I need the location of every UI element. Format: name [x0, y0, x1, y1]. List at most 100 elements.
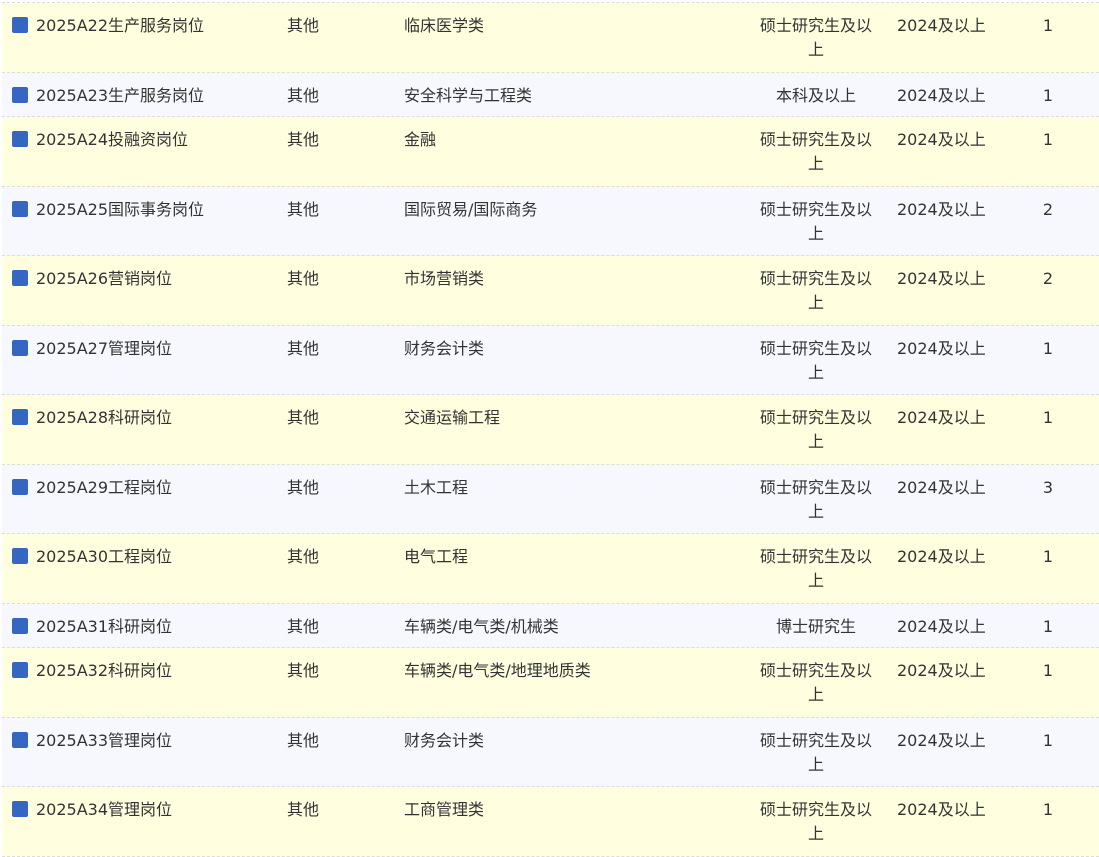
job-education: 博士研究生: [775, 616, 856, 636]
job-major: 金融: [404, 130, 437, 149]
job-year: 2024及以上: [897, 730, 986, 750]
square-bullet-icon: [12, 731, 28, 748]
job-education: 硕士研究生及以上: [759, 800, 872, 843]
table-row[interactable]: 2025A31科研岗位 其他 车辆类/电气类/机械类 博士研究生 2024及以上…: [2, 603, 1099, 648]
job-title[interactable]: 2025A31科研岗位: [12, 615, 172, 639]
job-education: 硕士研究生及以上: [759, 547, 872, 590]
table-row[interactable]: 2025A23生产服务岗位 其他 安全科学与工程类 本科及以上 2024及以上 …: [2, 72, 1099, 117]
table-row[interactable]: 2025A28科研岗位 其他 交通运输工程 硕士研究生及以上 2024及以上 1: [2, 395, 1099, 465]
table-row[interactable]: 2025A30工程岗位 其他 电气工程 硕士研究生及以上 2024及以上 1: [2, 534, 1099, 604]
job-type: 其他: [287, 800, 320, 819]
job-major: 电气工程: [404, 547, 469, 566]
table-row[interactable]: 2025A32科研岗位 其他 车辆类/电气类/地理地质类 硕士研究生及以上 20…: [2, 648, 1099, 718]
job-count: 3: [1042, 477, 1054, 497]
job-title[interactable]: 2025A23生产服务岗位: [12, 84, 204, 108]
square-bullet-icon: [12, 339, 28, 356]
job-title[interactable]: 2025A29工程岗位: [12, 476, 172, 500]
job-major: 车辆类/电气类/机械类: [404, 616, 559, 636]
square-bullet-icon: [12, 200, 28, 217]
job-major: 财务会计类: [404, 730, 485, 750]
square-bullet-icon: [12, 662, 28, 678]
job-title[interactable]: 2025A24投融资岗位: [12, 128, 188, 152]
job-year: 2024及以上: [897, 477, 986, 497]
job-count: 1: [1042, 661, 1054, 680]
table-row[interactable]: 2025A24投融资岗位 其他 金融 硕士研究生及以上 2024及以上 1: [2, 117, 1099, 187]
job-count: 1: [1042, 85, 1054, 105]
job-count: 2: [1042, 199, 1054, 219]
job-title[interactable]: 2025A27管理岗位: [12, 337, 172, 361]
square-bullet-icon: [12, 409, 28, 425]
job-title[interactable]: 2025A22生产服务岗位: [12, 14, 204, 38]
job-title[interactable]: 2025A30工程岗位: [12, 545, 172, 569]
job-count: 1: [1042, 338, 1054, 358]
job-major: 市场营销类: [404, 269, 485, 288]
table-row[interactable]: 2025A29工程岗位 其他 土木工程 硕士研究生及以上 2024及以上 3: [2, 464, 1099, 534]
job-count: 1: [1042, 800, 1054, 819]
job-education: 本科及以上: [775, 85, 856, 105]
job-year: 2024及以上: [897, 85, 986, 105]
job-table: 2025A22生产服务岗位 其他 临床医学类 硕士研究生及以上 2024及以上 …: [2, 2, 1099, 857]
job-type: 其他: [287, 547, 320, 566]
job-title[interactable]: 2025A25国际事务岗位: [12, 198, 204, 222]
job-title-text: 2025A34管理岗位: [36, 800, 173, 819]
table-row[interactable]: 2025A25国际事务岗位 其他 国际贸易/国际商务 硕士研究生及以上 2024…: [2, 186, 1099, 256]
job-type: 其他: [287, 477, 320, 497]
job-year: 2024及以上: [897, 408, 986, 427]
square-bullet-icon: [12, 131, 28, 147]
job-year: 2024及以上: [897, 616, 986, 636]
table-row[interactable]: 2025A33管理岗位 其他 财务会计类 硕士研究生及以上 2024及以上 1: [2, 717, 1099, 787]
square-bullet-icon: [12, 801, 28, 817]
square-bullet-icon: [12, 548, 28, 564]
job-type: 其他: [287, 338, 320, 358]
table-row[interactable]: 2025A22生产服务岗位 其他 临床医学类 硕士研究生及以上 2024及以上 …: [2, 3, 1099, 73]
job-year: 2024及以上: [897, 16, 986, 35]
job-type: 其他: [287, 730, 320, 750]
table-row[interactable]: 2025A26营销岗位 其他 市场营销类 硕士研究生及以上 2024及以上 2: [2, 256, 1099, 326]
job-type: 其他: [287, 616, 320, 636]
job-title[interactable]: 2025A26营销岗位: [12, 267, 172, 291]
job-education: 硕士研究生及以上: [759, 338, 872, 382]
job-title-text: 2025A24投融资岗位: [36, 130, 189, 149]
square-bullet-icon: [12, 270, 28, 286]
job-major: 交通运输工程: [404, 408, 501, 427]
job-type: 其他: [287, 130, 320, 149]
job-count: 1: [1042, 408, 1054, 427]
job-education: 硕士研究生及以上: [759, 16, 872, 59]
job-title[interactable]: 2025A33管理岗位: [12, 729, 172, 753]
job-education: 硕士研究生及以上: [759, 130, 872, 173]
job-major: 国际贸易/国际商务: [404, 199, 538, 219]
job-education: 硕士研究生及以上: [759, 408, 872, 451]
job-year: 2024及以上: [897, 661, 986, 680]
job-count: 1: [1042, 547, 1054, 566]
job-type: 其他: [287, 85, 320, 105]
job-title-text: 2025A27管理岗位: [36, 338, 173, 358]
job-title[interactable]: 2025A28科研岗位: [12, 406, 172, 430]
job-type: 其他: [287, 199, 320, 219]
job-major: 临床医学类: [404, 16, 485, 35]
job-title[interactable]: 2025A32科研岗位: [12, 659, 172, 683]
job-year: 2024及以上: [897, 269, 986, 288]
job-year: 2024及以上: [897, 800, 986, 819]
job-year: 2024及以上: [897, 338, 986, 358]
square-bullet-icon: [12, 17, 28, 33]
job-title[interactable]: 2025A34管理岗位: [12, 798, 172, 822]
job-title-text: 2025A28科研岗位: [36, 408, 173, 427]
job-year: 2024及以上: [897, 547, 986, 566]
square-bullet-icon: [12, 478, 28, 495]
job-major: 土木工程: [404, 477, 469, 497]
job-type: 其他: [287, 16, 320, 35]
job-count: 2: [1042, 269, 1054, 288]
job-title-text: 2025A30工程岗位: [36, 547, 173, 566]
job-major: 安全科学与工程类: [404, 85, 533, 105]
job-education: 硕士研究生及以上: [759, 269, 872, 312]
table-row[interactable]: 2025A27管理岗位 其他 财务会计类 硕士研究生及以上 2024及以上 1: [2, 325, 1099, 395]
job-title-text: 2025A23生产服务岗位: [36, 85, 205, 105]
job-year: 2024及以上: [897, 199, 986, 219]
job-major: 财务会计类: [404, 338, 485, 358]
table-row[interactable]: 2025A34管理岗位 其他 工商管理类 硕士研究生及以上 2024及以上 1: [2, 787, 1099, 857]
square-bullet-icon: [12, 86, 28, 103]
job-count: 1: [1042, 130, 1054, 149]
job-title-text: 2025A22生产服务岗位: [36, 16, 205, 35]
job-title-text: 2025A32科研岗位: [36, 661, 173, 680]
job-count: 1: [1042, 730, 1054, 750]
